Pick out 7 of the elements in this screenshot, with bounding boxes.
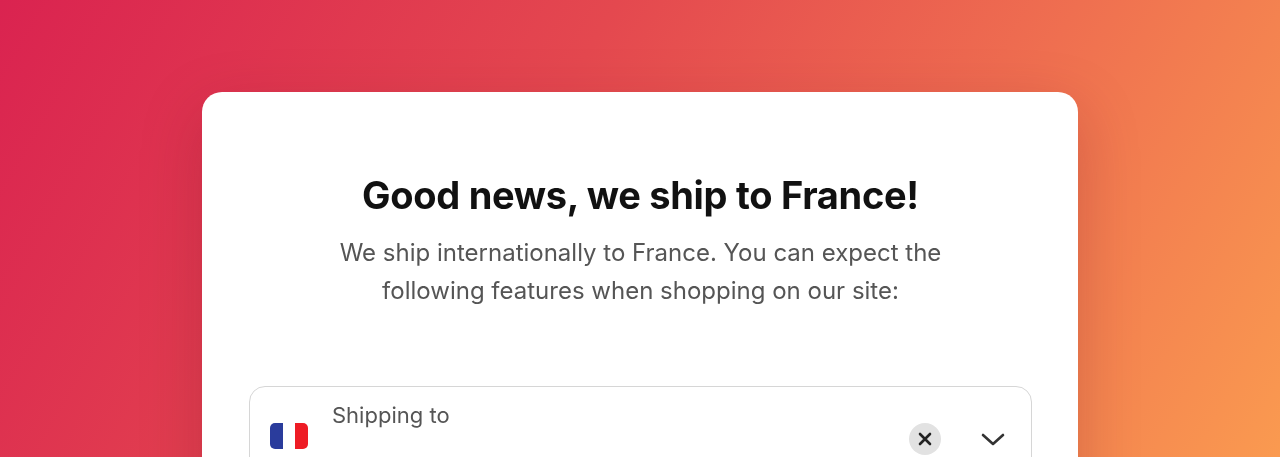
country-select[interactable]: Shipping to [249, 386, 1032, 457]
clear-button[interactable] [909, 423, 941, 455]
dialog-title: Good news, we ship to France! [361, 171, 920, 220]
flag-icon [270, 423, 308, 449]
dialog-description: We ship internationally to France. You can expect the following features when shopping on our site: [338, 237, 943, 307]
field-label: Shipping to [332, 401, 450, 429]
close-icon [918, 432, 932, 446]
